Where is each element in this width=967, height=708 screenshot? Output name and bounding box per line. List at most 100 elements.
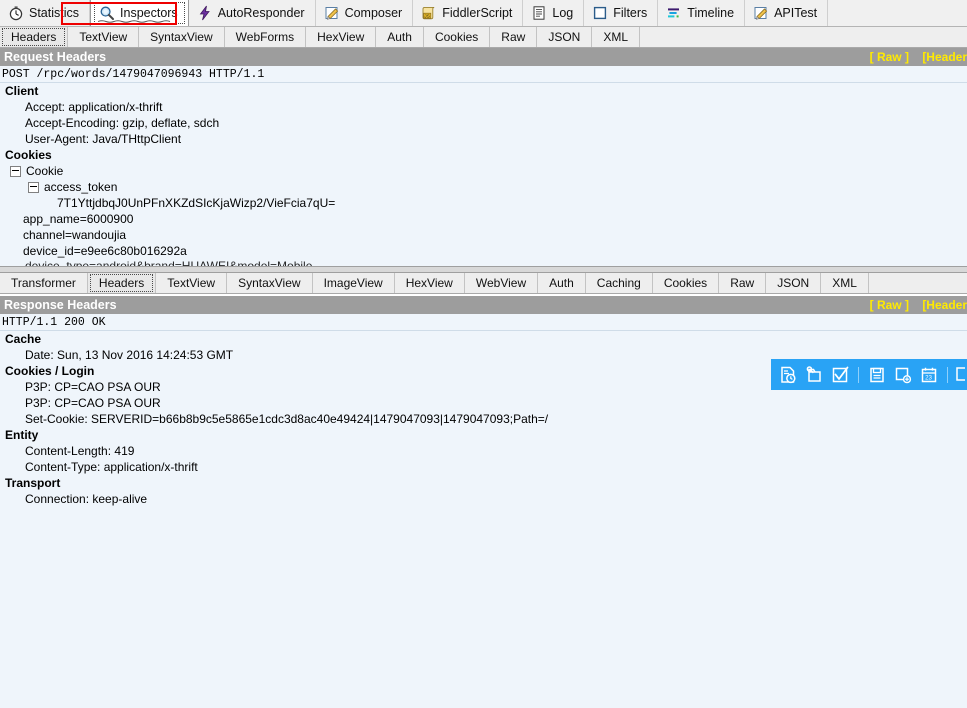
tab-label: XML <box>832 276 857 290</box>
checkbox-checked-icon[interactable] <box>829 364 851 386</box>
timeline-icon <box>666 5 682 21</box>
main-tab-filters[interactable]: Filters <box>584 0 659 26</box>
cookie-tree-root-label: Cookie <box>26 164 64 178</box>
tab-label: Auth <box>387 30 412 44</box>
cookie-channel: channel=wandoujia <box>23 228 127 242</box>
save-floppy-icon[interactable] <box>866 364 888 386</box>
floating-blue-toolbar[interactable]: 23 <box>771 359 967 390</box>
response-header-content-length: Content-Length: 419 <box>25 444 135 458</box>
cookie-tree-root[interactable]: Cookie <box>0 163 967 179</box>
response-header-links[interactable]: [ Raw ] [Header <box>860 298 967 312</box>
tab-label: Headers <box>11 30 57 44</box>
pane-splitter[interactable] <box>0 266 967 273</box>
response-header-connection: Connection: keep-alive <box>25 492 148 506</box>
main-tab-label: Composer <box>344 6 403 20</box>
request-tab-auth[interactable]: Auth <box>376 27 424 47</box>
request-tab-xml[interactable]: XML <box>592 27 641 47</box>
request-tab-strip-filler <box>640 27 967 47</box>
main-tab-label: Log <box>552 6 574 20</box>
collapse-minus-icon[interactable] <box>28 181 39 193</box>
response-tab-json[interactable]: JSON <box>766 273 822 293</box>
response-tab-caching[interactable]: Caching <box>585 273 653 293</box>
request-header-accept: Accept: application/x-thrift <box>25 100 163 114</box>
response-headers-title: Response Headers <box>4 298 117 312</box>
request-raw-link[interactable]: [ Raw ] <box>870 50 909 64</box>
request-tab-textview[interactable]: TextView <box>68 27 140 47</box>
annotation-underline <box>98 20 171 23</box>
cookie-tree-access-token-label: access_token <box>44 180 118 194</box>
response-tab-imageview[interactable]: ImageView <box>312 273 395 293</box>
response-tab-strip[interactable]: Transformer Headers TextView SyntaxView … <box>0 273 967 294</box>
request-tab-headers[interactable]: Headers <box>0 27 69 47</box>
tab-label: SyntaxView <box>150 30 213 44</box>
cookie-access-token-value: 7T1YttjdbqJ0UnPFnXKZdSIcKjaWizp2/VieFcia… <box>57 196 336 210</box>
tab-label: TextView <box>79 30 128 44</box>
tab-label: HexView <box>405 276 453 290</box>
cookie-device-id: device_id=e9ee6c80b016292a <box>23 244 187 258</box>
main-tab-composer[interactable]: Composer <box>315 0 414 26</box>
main-tab-statistics[interactable]: Statistics <box>0 0 91 26</box>
request-tab-hexview[interactable]: HexView <box>306 27 377 47</box>
request-header-accept-encoding: Accept-Encoding: gzip, deflate, sdch <box>25 116 220 130</box>
tab-label: Headers <box>98 276 145 290</box>
request-group-cookies: Cookies <box>5 148 52 162</box>
response-group-cache: Cache <box>5 332 42 346</box>
tab-label: TextView <box>167 276 216 290</box>
response-raw-link[interactable]: [ Raw ] <box>870 298 909 312</box>
main-tab-log[interactable]: Log <box>523 0 585 26</box>
main-tab-label: AutoResponder <box>217 6 305 20</box>
request-tab-cookies[interactable]: Cookies <box>423 27 491 47</box>
main-tab-label: Filters <box>613 6 648 20</box>
main-tab-fiddlerscript[interactable]: JS FiddlerScript <box>413 0 524 26</box>
key-folder-icon[interactable] <box>803 364 825 386</box>
response-tab-xml[interactable]: XML <box>821 273 869 293</box>
collapse-minus-icon[interactable] <box>10 165 21 177</box>
tab-label: Raw <box>501 30 526 44</box>
response-tab-textview[interactable]: TextView <box>156 273 228 293</box>
calendar-23-icon[interactable]: 23 <box>918 364 940 386</box>
response-tab-auth[interactable]: Auth <box>538 273 586 293</box>
response-tab-syntaxview[interactable]: SyntaxView <box>227 273 313 293</box>
request-status-line: POST /rpc/words/1479047096943 HTTP/1.1 <box>0 66 967 83</box>
js-script-icon: JS <box>421 5 437 21</box>
response-header-set-cookie: Set-Cookie: SERVERID=b66b8b9c5e5865e1cdc… <box>25 412 549 426</box>
request-header-links[interactable]: [ Raw ] [Header <box>860 50 967 64</box>
request-tab-syntaxview[interactable]: SyntaxView <box>139 27 225 47</box>
response-headers-bar: Response Headers [ Raw ] [Header <box>0 296 967 314</box>
document-history-icon[interactable] <box>777 364 799 386</box>
response-tab-transformer[interactable]: Transformer <box>0 273 88 293</box>
main-tab-autoresponder[interactable]: AutoResponder <box>188 0 316 26</box>
svg-text:23: 23 <box>925 374 932 381</box>
request-headers-bar: Request Headers [ Raw ] [Header <box>0 48 967 66</box>
response-header-link[interactable]: [Header <box>922 298 967 312</box>
request-header-link[interactable]: [Header <box>922 50 967 64</box>
request-tab-webforms[interactable]: WebForms <box>224 27 307 47</box>
cookie-tree-access-token[interactable]: access_token <box>0 179 967 195</box>
response-tab-webview[interactable]: WebView <box>464 273 539 293</box>
request-tab-raw[interactable]: Raw <box>490 27 538 47</box>
response-status-line: HTTP/1.1 200 OK <box>0 314 967 331</box>
pencil-note-icon <box>753 5 769 21</box>
response-tab-hexview[interactable]: HexView <box>394 273 465 293</box>
main-tab-strip-filler <box>828 0 967 26</box>
request-header-user-agent: User-Agent: Java/THttpClient <box>25 132 182 146</box>
response-tab-headers[interactable]: Headers <box>87 273 157 293</box>
tab-label: Cookies <box>663 276 708 290</box>
response-tab-raw[interactable]: Raw <box>719 273 767 293</box>
page-add-icon[interactable] <box>892 364 914 386</box>
stopwatch-icon <box>8 5 24 21</box>
main-tab-label: APITest <box>774 6 818 20</box>
response-header-p3p-2: P3P: CP=CAO PSA OUR <box>25 396 161 410</box>
tab-label: Cookies <box>434 30 479 44</box>
response-header-content-type: Content-Type: application/x-thrift <box>25 460 198 474</box>
request-tab-strip[interactable]: Headers TextView SyntaxView WebForms Hex… <box>0 27 967 48</box>
response-group-transport: Transport <box>5 476 61 490</box>
main-tab-timeline[interactable]: Timeline <box>658 0 746 26</box>
lightning-icon <box>197 5 213 21</box>
response-tab-strip-filler <box>868 273 967 293</box>
request-tab-json[interactable]: JSON <box>537 27 593 47</box>
response-tab-cookies[interactable]: Cookies <box>652 273 720 293</box>
main-tab-apitest[interactable]: APITest <box>745 0 829 26</box>
toolbar-cutoff-icon[interactable] <box>955 364 965 386</box>
tab-label: WebForms <box>235 30 295 44</box>
